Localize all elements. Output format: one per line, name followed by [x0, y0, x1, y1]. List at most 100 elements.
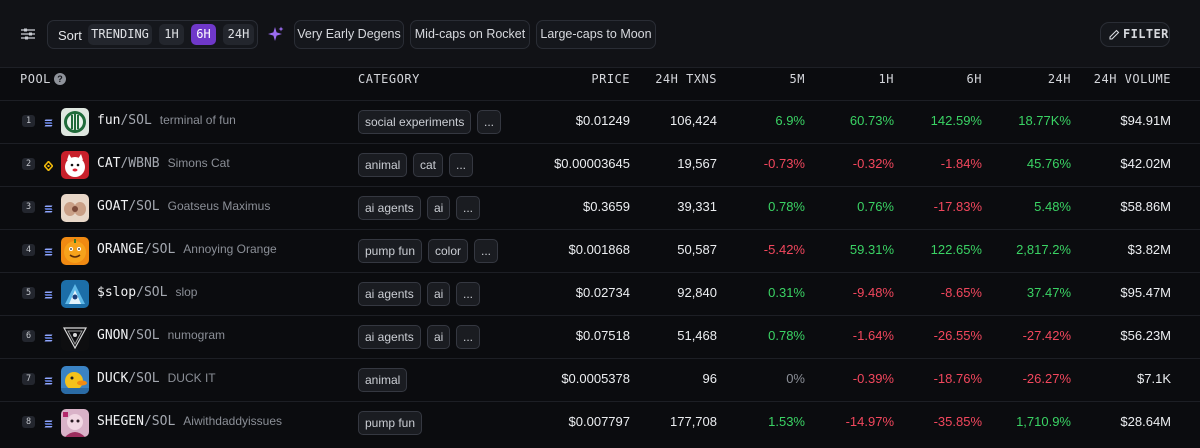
- more-tags-button[interactable]: ...: [456, 325, 481, 349]
- category-tag[interactable]: pump fun: [358, 411, 423, 435]
- change-24h-cell: 45.76%: [1026, 156, 1071, 171]
- solana-chain-icon: [44, 417, 53, 428]
- more-tags-button[interactable]: ...: [474, 239, 499, 263]
- quote-symbol: /SOL: [128, 371, 160, 386]
- header-24h-volume[interactable]: 24H VOLUME: [1094, 72, 1171, 86]
- price-cell: $0.01249: [575, 113, 630, 128]
- settings-sliders-icon[interactable]: [17, 21, 39, 47]
- token-avatar: [61, 323, 89, 351]
- header-price[interactable]: PRICE: [591, 72, 630, 86]
- table-row[interactable]: 3 GOAT/SOL Goatseus Maximus ai agents ai... $…: [0, 186, 1200, 230]
- change-5m-cell: 0.31%: [768, 285, 805, 300]
- change-6h-cell: -17.83%: [933, 199, 982, 214]
- rank-badge: 1: [22, 115, 35, 127]
- change-5m-cell: 1.53%: [768, 414, 805, 429]
- header-1h[interactable]: 1H: [879, 72, 894, 86]
- table-row[interactable]: 6 GNON/SOL numogram ai agents ai... $0.07518 5…: [0, 315, 1200, 359]
- quote-symbol: /SOL: [143, 414, 176, 429]
- category-tag[interactable]: ai agents: [358, 325, 421, 349]
- change-24h-cell: 37.47%: [1026, 285, 1071, 300]
- change-5m-cell: -5.42%: [763, 242, 805, 257]
- price-cell: $0.00003645: [554, 156, 630, 171]
- change-1h-cell: -0.39%: [852, 371, 894, 386]
- rank-badge: 6: [22, 330, 35, 342]
- preset-large-caps-to-moon[interactable]: Large-caps to Moon: [536, 20, 656, 49]
- more-tags-button[interactable]: ...: [456, 282, 481, 306]
- price-cell: $0.3659: [583, 199, 630, 214]
- quote-symbol: /SOL: [120, 113, 152, 128]
- more-tags-button[interactable]: ...: [456, 196, 481, 220]
- token-pair[interactable]: fun/SOL terminal of fun: [97, 113, 236, 128]
- sort-1h-button[interactable]: 1H: [159, 24, 184, 45]
- change-6h-cell: -26.55%: [933, 328, 982, 343]
- preset-mid-caps-on-rocket[interactable]: Mid-caps on Rocket: [410, 20, 530, 49]
- rank-badge: 8: [22, 416, 35, 428]
- sort-trending-button[interactable]: TRENDING: [88, 24, 152, 45]
- change-6h-cell: -35.85%: [933, 414, 982, 429]
- sort-24h-button[interactable]: 24H: [223, 24, 254, 45]
- category-tag[interactable]: ai: [427, 325, 451, 349]
- quote-symbol: /SOL: [128, 199, 160, 214]
- change-24h-cell: 5.48%: [1034, 199, 1071, 214]
- category-tag[interactable]: ai: [427, 196, 451, 220]
- quote-symbol: /SOL: [136, 285, 168, 300]
- price-cell: $0.02734: [575, 285, 630, 300]
- token-pair[interactable]: $slop/SOL slop: [97, 285, 197, 300]
- header-category[interactable]: CATEGORY: [358, 72, 420, 86]
- header-24h[interactable]: 24H: [1048, 72, 1071, 86]
- preset-very-early-degens[interactable]: Very Early Degens: [294, 20, 404, 49]
- category-tag[interactable]: pump fun: [358, 239, 423, 263]
- token-name: DUCK IT: [167, 371, 216, 385]
- category-tag[interactable]: color: [428, 239, 469, 263]
- more-tags-button[interactable]: ...: [477, 110, 502, 134]
- table-row[interactable]: 2 CAT/WBNB Simons Cat animal cat... $0.000036…: [0, 143, 1200, 187]
- category-tag[interactable]: ai agents: [358, 282, 421, 306]
- header-5m[interactable]: 5M: [790, 72, 805, 86]
- token-pair[interactable]: DUCK/SOL DUCK IT: [97, 371, 216, 386]
- token-name: Aiwithdaddyissues: [183, 414, 282, 428]
- txns-cell: 50,587: [677, 242, 717, 257]
- category-tag[interactable]: cat: [413, 153, 444, 177]
- category-tag[interactable]: ai: [427, 282, 451, 306]
- solana-chain-icon: [44, 374, 53, 385]
- category-tag[interactable]: social experiments: [358, 110, 472, 134]
- filter-label: FILTER: [1123, 27, 1169, 41]
- change-24h-cell: 2,817.2%: [1016, 242, 1071, 257]
- change-6h-cell: -18.76%: [933, 371, 982, 386]
- token-avatar: [61, 237, 89, 265]
- price-cell: $0.0005378: [561, 371, 630, 386]
- category-tag[interactable]: animal: [358, 368, 408, 392]
- change-1h-cell: -0.32%: [852, 156, 894, 171]
- table-row[interactable]: 8 SHEGEN/SOL Aiwithdaddyissues pump fun $0.0…: [0, 401, 1200, 445]
- price-cell: $0.07518: [575, 328, 630, 343]
- more-tags-button[interactable]: ...: [449, 153, 474, 177]
- table-row[interactable]: 5 $slop/SOL slop ai agents ai... $0.02734 92,8…: [0, 272, 1200, 316]
- category-tag[interactable]: animal: [358, 153, 408, 177]
- token-pair[interactable]: SHEGEN/SOL Aiwithdaddyissues: [97, 414, 282, 429]
- token-pair[interactable]: ORANGE/SOL Annoying Orange: [97, 242, 277, 257]
- quote-symbol: /SOL: [143, 242, 176, 257]
- token-symbol: GOAT: [97, 199, 129, 214]
- change-6h-cell: -8.65%: [940, 285, 982, 300]
- token-pair[interactable]: GOAT/SOL Goatseus Maximus: [97, 199, 270, 214]
- solana-chain-icon: [44, 288, 53, 299]
- table-row[interactable]: 4 ORANGE/SOL Annoying Orange pump fun color.…: [0, 229, 1200, 273]
- change-5m-cell: 0.78%: [768, 199, 805, 214]
- filter-button[interactable]: FILTER: [1100, 22, 1170, 47]
- change-5m-cell: -0.73%: [763, 156, 805, 171]
- header-pool[interactable]: POOL: [20, 72, 51, 86]
- token-avatar: [61, 194, 89, 222]
- txns-cell: 92,840: [677, 285, 717, 300]
- help-icon[interactable]: ?: [54, 73, 66, 85]
- table-row[interactable]: 1 fun/SOL terminal of fun social experiment…: [0, 100, 1200, 144]
- category-tag[interactable]: ai agents: [358, 196, 421, 220]
- token-symbol: fun: [97, 113, 121, 128]
- header-24h-txns[interactable]: 24H TXNS: [655, 72, 717, 86]
- rank-badge: 2: [22, 158, 35, 170]
- solana-chain-icon: [44, 202, 53, 213]
- header-6h[interactable]: 6H: [967, 72, 982, 86]
- token-pair[interactable]: CAT/WBNB Simons Cat: [97, 156, 230, 171]
- sort-6h-button[interactable]: 6H: [191, 24, 216, 45]
- token-pair[interactable]: GNON/SOL numogram: [97, 328, 225, 343]
- table-row[interactable]: 7 DUCK/SOL DUCK IT animal $0.0005378 96 0% -0.3…: [0, 358, 1200, 402]
